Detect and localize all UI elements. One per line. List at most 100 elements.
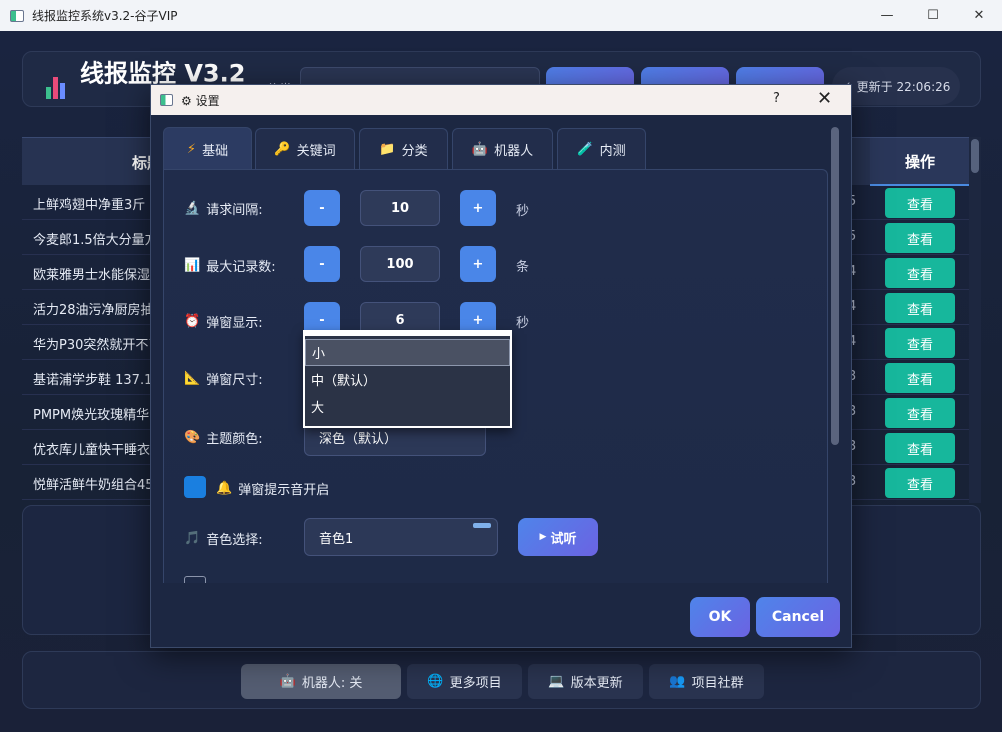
tab-keywords-label: 关键词 (296, 143, 336, 159)
cancel-button[interactable]: Cancel (756, 597, 840, 637)
laptop-icon: 💻 (548, 674, 565, 689)
community-label: 项目社群 (691, 676, 744, 691)
row-title: PMPM焕光玫瑰精华 (33, 408, 150, 423)
max-records-unit: 条 (516, 260, 530, 275)
interval-label: 请求间隔: (206, 203, 263, 218)
dropdown-arrow-icon (473, 523, 491, 528)
sound-enabled-label-row: 🔔 弹窗提示音开启 (216, 479, 329, 498)
table-scrollbar[interactable] (969, 137, 981, 503)
test-tube-icon: 🧪 (577, 141, 594, 157)
folder-icon: 📁 (379, 141, 396, 157)
bell-icon: 🔔 (216, 481, 233, 496)
tab-beta[interactable]: 🧪 内测 (557, 128, 646, 169)
popup-time-unit: 秒 (516, 316, 530, 331)
row-title: 优衣库儿童快干睡衣 (33, 443, 151, 458)
version-update-button[interactable]: 💻 版本更新 (528, 664, 643, 699)
column-header-action: 操作 (870, 138, 970, 186)
chart-icon: 📊 (184, 258, 201, 273)
theme-label-row: 🎨 主题颜色: (184, 428, 263, 447)
table-scrollbar-thumb[interactable] (971, 139, 979, 173)
sound-choice-label: 音色选择: (206, 533, 263, 548)
play-icon: ▶ (539, 532, 547, 542)
interval-decrease-button[interactable]: - (304, 190, 340, 226)
ruler-icon: 📐 (184, 371, 201, 386)
robot-toggle-button[interactable]: 🤖 机器人: 关 (241, 664, 401, 699)
interval-value[interactable]: 10 (360, 190, 440, 226)
footer-panel: 🤖 机器人: 关 🌐 更多项目 💻 版本更新 👥 项目社群 (22, 651, 981, 709)
palette-icon: 🎨 (184, 430, 201, 445)
more-projects-button[interactable]: 🌐 更多项目 (407, 664, 522, 699)
more-projects-label: 更多项目 (449, 676, 502, 691)
robot-icon: 🤖 (471, 141, 489, 157)
view-button[interactable]: 查看 (885, 398, 955, 428)
close-window-button[interactable]: ✕ (956, 0, 1002, 31)
row-title: 活力28油污净厨房抽 (33, 303, 154, 318)
view-button[interactable]: 查看 (885, 363, 955, 393)
dialog-close-button[interactable]: ✕ (817, 88, 832, 109)
view-button[interactable]: 查看 (885, 433, 955, 463)
app-window-icon (10, 9, 24, 22)
minimize-button[interactable]: — (864, 0, 910, 31)
dialog-scrollbar[interactable] (831, 127, 839, 445)
preview-sound-label: 试听 (550, 531, 577, 547)
size-option-medium[interactable]: 中（默认） (305, 366, 510, 393)
microscope-icon: 🔬 (184, 201, 201, 216)
interval-label-row: 🔬 请求间隔: (184, 199, 263, 218)
tab-basic[interactable]: ⚡ 基础 (163, 127, 252, 170)
row-title: 欧莱雅男士水能保湿 (33, 268, 151, 283)
community-button[interactable]: 👥 项目社群 (649, 664, 764, 699)
key-icon: 🔑 (274, 141, 291, 157)
maximize-button[interactable]: ☐ (910, 0, 956, 31)
sound-enabled-checkbox[interactable] (184, 476, 206, 498)
row-title: 基诺浦学步鞋 137.1 (33, 373, 153, 388)
tab-category[interactable]: 📁 分类 (359, 128, 448, 169)
max-records-increase-button[interactable]: + (460, 246, 496, 282)
size-option-large[interactable]: 大 (305, 393, 510, 420)
popup-size-label-row: 📐 弹窗尺寸: (184, 369, 263, 388)
popup-time-label: 弹窗显示: (206, 316, 263, 331)
help-button[interactable]: ? (773, 91, 780, 106)
dialog-title: ⚙ 设置 (181, 93, 220, 108)
view-button[interactable]: 查看 (885, 188, 955, 218)
interval-unit: 秒 (516, 204, 530, 219)
music-icon: 🎵 (184, 531, 201, 546)
update-time-text: 更新于 22:06:26 (856, 79, 951, 94)
dialog-titlebar: ⚙ 设置 ? ✕ (151, 85, 851, 115)
tab-robot[interactable]: 🤖 机器人 (452, 128, 553, 169)
interval-increase-button[interactable]: + (460, 190, 496, 226)
view-button[interactable]: 查看 (885, 328, 955, 358)
view-button[interactable]: 查看 (885, 258, 955, 288)
version-update-label: 版本更新 (570, 676, 623, 691)
ok-button[interactable]: OK (690, 597, 750, 637)
max-records-label: 最大记录数: (206, 260, 276, 275)
preview-sound-button[interactable]: ▶ 试听 (518, 518, 598, 556)
max-records-value[interactable]: 100 (360, 246, 440, 282)
popup-size-dropdown-list: 小 中（默认） 大 (303, 330, 512, 428)
popup-time-label-row: ⏰ 弹窗显示: (184, 312, 263, 331)
size-option-small[interactable]: 小 (305, 339, 510, 366)
alarm-icon: ⏰ (184, 314, 201, 329)
lightning-icon: ⚡ (186, 141, 197, 157)
tab-robot-label: 机器人 (494, 143, 534, 159)
window-controls: — ☐ ✕ (864, 0, 1002, 31)
tab-keywords[interactable]: 🔑 关键词 (255, 128, 355, 169)
tab-category-label: 分类 (401, 143, 428, 159)
globe-icon: 🌐 (427, 674, 444, 689)
sound-choice-select[interactable]: 音色1 (304, 518, 498, 556)
max-records-label-row: 📊 最大记录数: (184, 256, 276, 275)
popup-size-label: 弹窗尺寸: (206, 373, 263, 388)
view-button[interactable]: 查看 (885, 223, 955, 253)
tab-beta-label: 内测 (599, 143, 626, 159)
sound-enabled-label: 弹窗提示音开启 (238, 483, 330, 498)
logo-chart-icon (46, 77, 70, 99)
robot-icon: 🤖 (279, 674, 296, 689)
view-button[interactable]: 查看 (885, 293, 955, 323)
dialog-app-icon (160, 94, 173, 106)
robot-toggle-label: 机器人: 关 (301, 676, 363, 691)
extra-option-checkbox[interactable] (184, 576, 206, 583)
theme-select-value: 深色（默认） (319, 431, 398, 447)
view-button[interactable]: 查看 (885, 468, 955, 498)
window-title: 线报监控系统v3.2-谷子VIP (32, 9, 178, 23)
max-records-decrease-button[interactable]: - (304, 246, 340, 282)
os-titlebar: 线报监控系统v3.2-谷子VIP — ☐ ✕ (0, 0, 1002, 31)
